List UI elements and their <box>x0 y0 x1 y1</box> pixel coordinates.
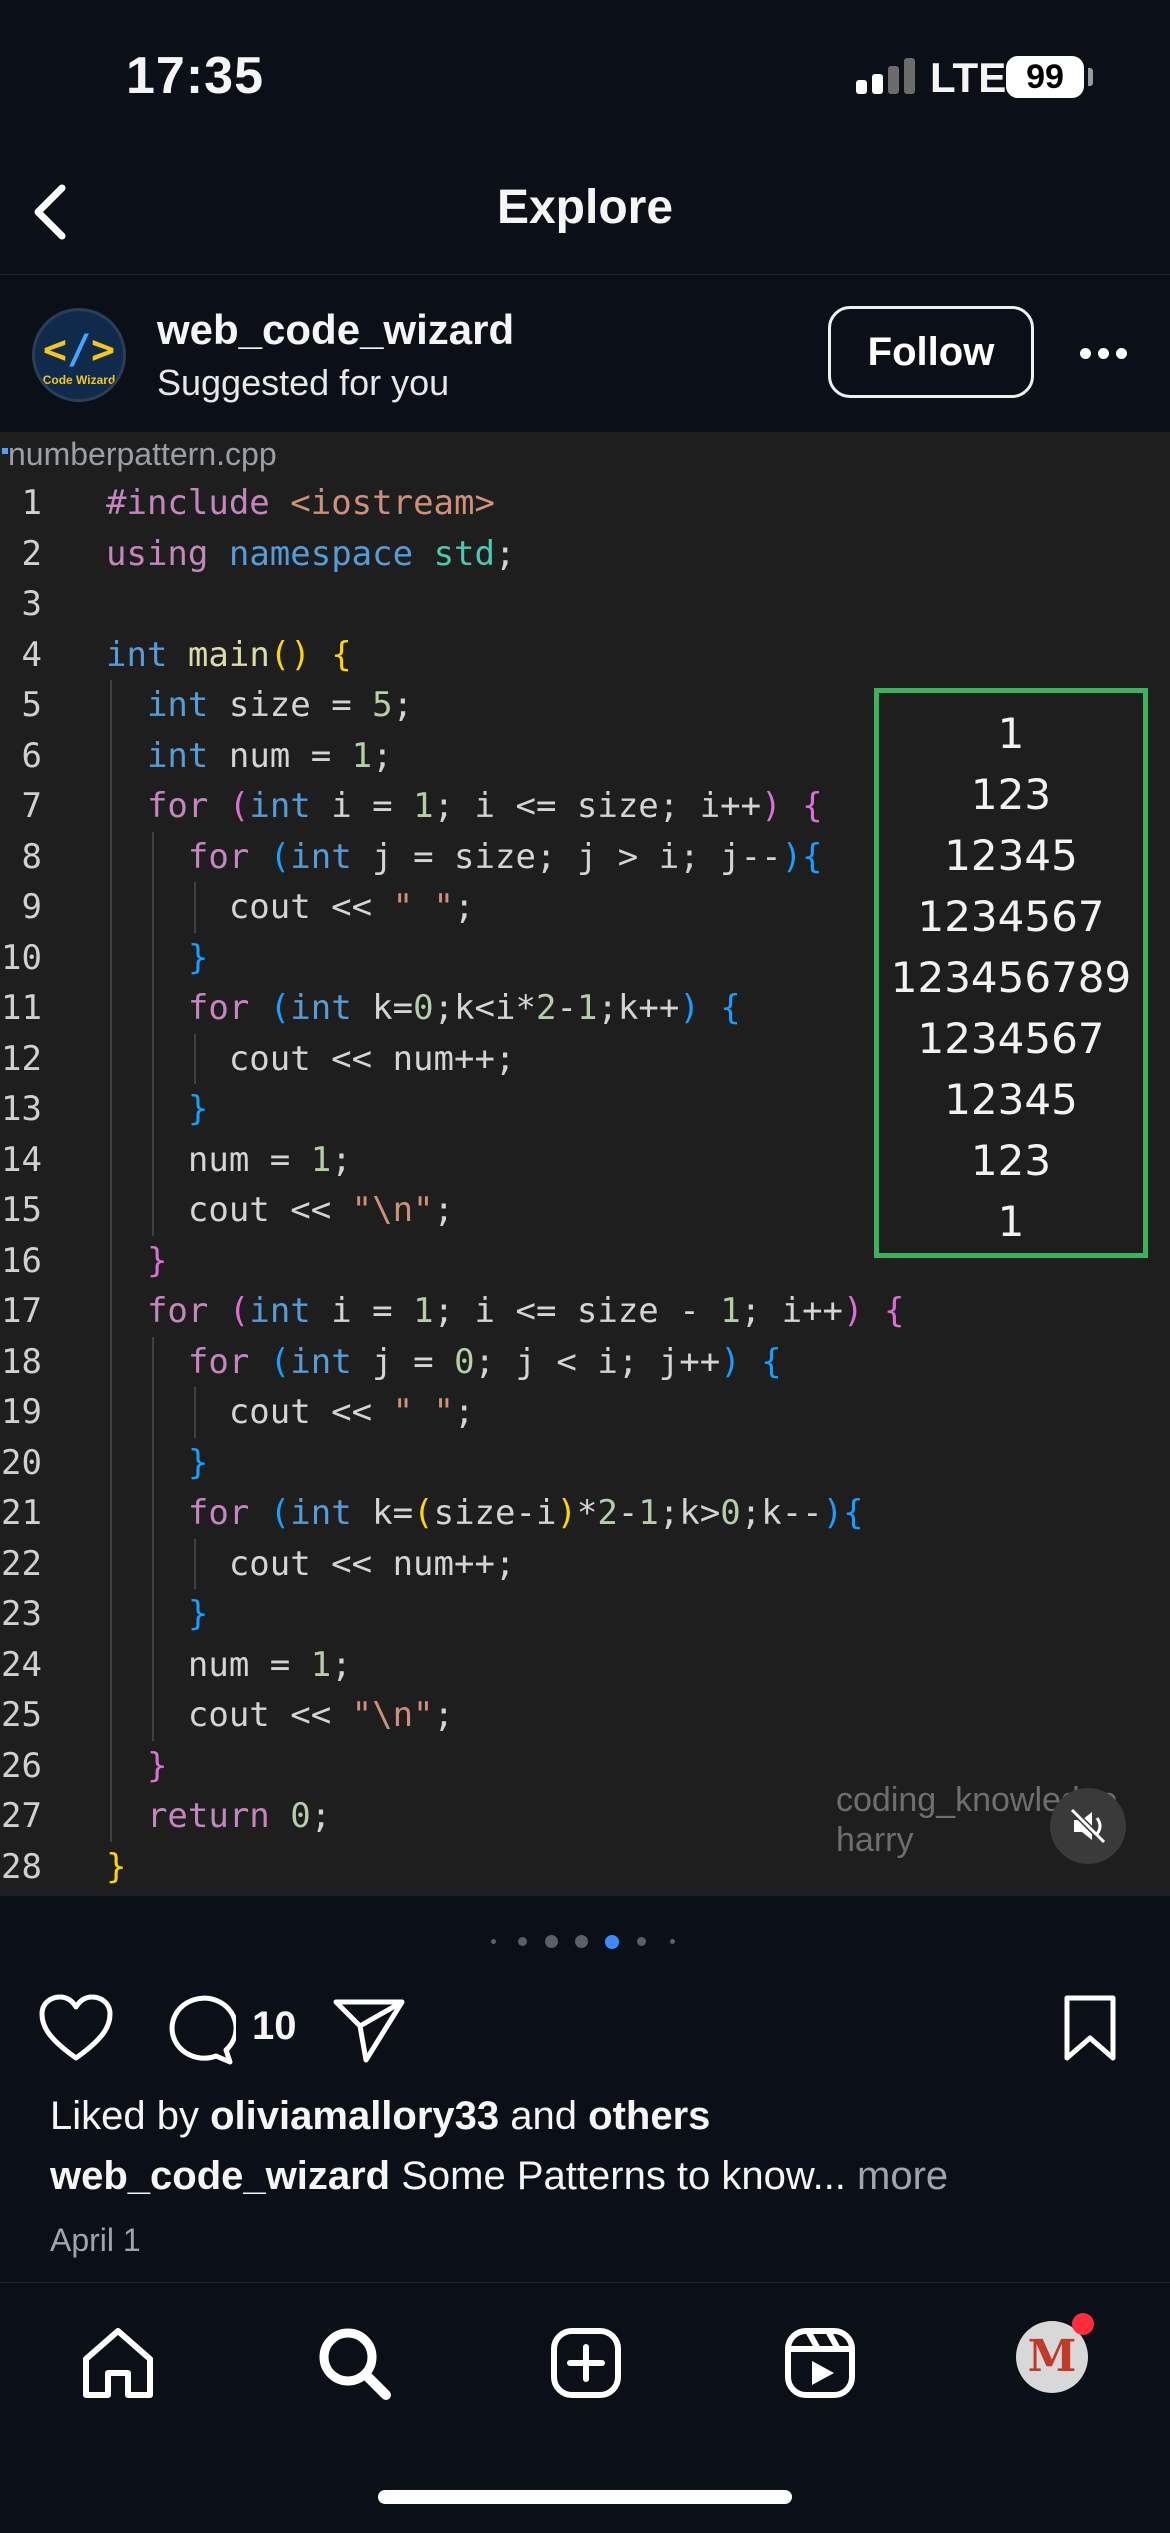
line-number: 15 <box>1 1190 42 1230</box>
line-number: 14 <box>1 1139 42 1180</box>
output-row: 1 <box>997 709 1025 758</box>
avatar-label: Code Wizard <box>42 373 116 387</box>
line-number: 1 <box>21 483 42 523</box>
output-row: 12345 <box>944 1075 1078 1124</box>
post-image[interactable]: numberpattern.cpp 1 #include <iostream> 2… <box>0 432 1170 1896</box>
line-number: 24 <box>1 1644 42 1685</box>
caption-author-link[interactable]: web_code_wizard <box>50 2154 390 2198</box>
line-number: 25 <box>1 1695 42 1735</box>
post-header: </> Code Wizard web_code_wizard Suggeste… <box>0 274 1170 432</box>
liked-prefix: Liked by <box>50 2094 199 2138</box>
output-row: 123456789 <box>890 953 1132 1002</box>
status-bar: 17:35 LTE 99 <box>0 0 1170 150</box>
carousel-dot <box>518 1937 527 1946</box>
line-number: 10 <box>1 937 42 978</box>
output-box: 1 123 12345 1234567 123456789 1234567 12… <box>874 688 1148 1258</box>
battery-icon: 99 <box>1006 56 1084 98</box>
author-username[interactable]: web_code_wizard <box>157 306 514 354</box>
carousel-dot <box>491 1939 496 1944</box>
line-number: 2 <box>21 533 42 574</box>
comment-count: 10 <box>252 2004 297 2048</box>
line-number: 12 <box>1 1038 42 1079</box>
line-number: 26 <box>1 1745 42 1786</box>
line-number: 4 <box>21 634 42 675</box>
bookmark-icon[interactable] <box>1062 1994 1118 2064</box>
line-number: 23 <box>1 1594 42 1634</box>
search-icon[interactable] <box>314 2323 394 2403</box>
line-number: 3 <box>21 584 42 624</box>
code-brackets-icon: </> <box>42 327 116 373</box>
output-row: 1234567 <box>917 892 1105 941</box>
suggested-label: Suggested for you <box>157 362 450 403</box>
caption-more-link[interactable]: more <box>857 2154 948 2198</box>
line-number: 17 <box>1 1291 42 1331</box>
line-number: 20 <box>1 1442 42 1483</box>
battery-tip <box>1088 68 1093 86</box>
line-number: 19 <box>1 1392 42 1432</box>
output-row: 12345 <box>944 831 1078 880</box>
caption-line: web_code_wizard Some Patterns to know...… <box>50 2154 948 2199</box>
home-indicator[interactable] <box>378 2490 792 2504</box>
line-number: 21 <box>1 1493 42 1533</box>
share-send-icon[interactable] <box>332 1996 406 2064</box>
line-number: 5 <box>21 685 42 725</box>
home-icon[interactable] <box>78 2323 158 2403</box>
file-name: numberpattern.cpp <box>2 436 277 472</box>
post-date: April 1 <box>50 2222 141 2258</box>
liked-user-link[interactable]: oliviamallory33 <box>210 2094 499 2138</box>
notification-dot <box>1072 2313 1094 2335</box>
caption-text: Some Patterns to know... <box>401 2154 846 2198</box>
line-number: 22 <box>1 1543 42 1584</box>
status-time: 17:35 <box>126 47 264 105</box>
output-row: 1 <box>997 1197 1025 1246</box>
carousel-indicator <box>0 1926 1170 1956</box>
line-number: 18 <box>1 1341 42 1382</box>
mute-icon[interactable] <box>1050 1788 1126 1864</box>
action-bar: 10 <box>0 1980 1170 2080</box>
line-number: 13 <box>1 1089 42 1129</box>
top-nav: Explore <box>0 150 1170 275</box>
line-number: 6 <box>21 735 42 776</box>
line-number: 28 <box>1 1846 42 1887</box>
liked-others-link[interactable]: others <box>588 2094 710 2138</box>
carousel-dot <box>670 1939 675 1944</box>
line-number: 7 <box>21 786 42 826</box>
line-number: 9 <box>21 887 42 927</box>
network-label: LTE <box>930 54 1007 101</box>
follow-button[interactable]: Follow <box>828 306 1034 398</box>
carousel-dot <box>575 1935 588 1948</box>
carousel-dot-active <box>605 1935 619 1949</box>
line-number: 27 <box>1 1796 42 1836</box>
output-row: 123 <box>970 770 1052 819</box>
reels-icon[interactable] <box>780 2323 860 2403</box>
carousel-dot <box>637 1937 646 1946</box>
page-title: Explore <box>496 181 674 234</box>
output-row: 123 <box>970 1136 1052 1185</box>
create-icon[interactable] <box>546 2323 626 2403</box>
author-avatar[interactable]: </> Code Wizard <box>32 308 126 402</box>
liked-and: and <box>510 2094 578 2138</box>
output-row: 1234567 <box>917 1014 1105 1063</box>
likes-line: Liked by oliviamallory33 and others <box>50 2094 710 2139</box>
carousel-dot <box>545 1935 558 1948</box>
like-heart-icon[interactable] <box>38 1994 114 2064</box>
signal-icon <box>856 58 916 94</box>
line-number: 8 <box>21 836 42 877</box>
comment-bubble-icon[interactable] <box>162 1994 239 2066</box>
line-number: 11 <box>1 988 42 1028</box>
line-number: 16 <box>1 1240 42 1281</box>
more-options-icon[interactable] <box>1074 334 1134 374</box>
